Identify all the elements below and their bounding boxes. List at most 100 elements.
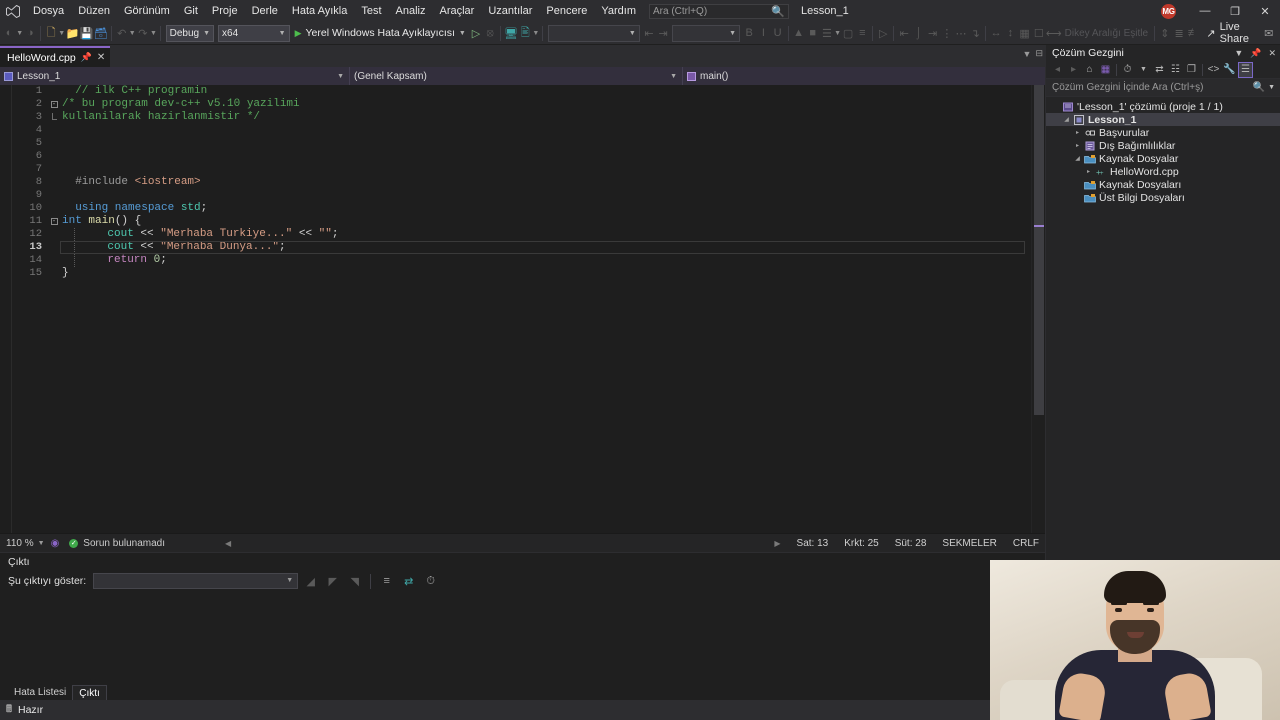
panel-tab-hata-listesi[interactable]: Hata Listesi: [8, 685, 72, 700]
attach-process-icon[interactable]: ⦻: [483, 23, 497, 43]
code-line[interactable]: 2-/* bu program dev-c++ v5.10 yazilimi: [12, 98, 1031, 111]
tree-node[interactable]: ◢ Lesson_1: [1046, 113, 1280, 126]
chevron-right-icon[interactable]: ▸: [1072, 129, 1083, 136]
menu-item-duzen[interactable]: Düzen: [71, 0, 117, 22]
italic-icon[interactable]: I: [756, 23, 770, 43]
bring-to-front-icon[interactable]: ▷: [876, 23, 890, 43]
font-size-dropdown[interactable]: ▼: [672, 24, 741, 42]
align-bottoms-icon[interactable]: ↴: [968, 23, 982, 43]
make-same-height-icon[interactable]: ↕: [1003, 23, 1017, 43]
search-input[interactable]: Ara (Ctrl+Q): [653, 6, 771, 17]
menu-item-git[interactable]: Git: [177, 0, 205, 22]
output-clear-icon[interactable]: ◤: [323, 571, 342, 591]
output-text[interactable]: [0, 591, 1045, 684]
tree-node[interactable]: Üst Bilgi Dosyaları: [1046, 191, 1280, 204]
menu-item-araclar[interactable]: Araçlar: [433, 0, 482, 22]
navigate-forward-icon[interactable]: ◑: [23, 23, 37, 43]
pin-icon[interactable]: 📌: [1250, 48, 1261, 59]
font-family-dropdown[interactable]: ▼: [548, 24, 640, 42]
code-line[interactable]: 7: [12, 163, 1031, 176]
align-centers-icon[interactable]: ⌡: [911, 23, 925, 43]
code-text[interactable]: }: [60, 267, 69, 280]
redo-icon[interactable]: ↷: [136, 23, 150, 43]
scrollbar-thumb[interactable]: [1034, 85, 1044, 415]
start-debug-button[interactable]: ▶ Yerel Windows Hata Ayıklayıcısı ▼: [292, 27, 469, 39]
horizontal-spacing-icon[interactable]: ⟷: [1046, 23, 1062, 43]
align-middles-icon[interactable]: ⋯: [954, 23, 968, 43]
decrease-indent-icon[interactable]: ⇤: [642, 23, 656, 43]
code-lines[interactable]: 1 // ilk C++ programin 2-/* bu program de…: [12, 85, 1031, 280]
menu-item-hata-ayikla[interactable]: Hata Ayıkla: [285, 0, 354, 22]
status-expand-icon[interactable]: ◀: [225, 539, 231, 548]
bold-icon[interactable]: B: [742, 23, 756, 43]
solution-search-input[interactable]: Çözüm Gezgini İçinde Ara (Ctrl+ş): [1052, 82, 1203, 93]
menu-item-test[interactable]: Test: [354, 0, 388, 22]
breakpoint-margin[interactable]: [0, 85, 12, 533]
solution-platform-dropdown[interactable]: x64 ▼: [218, 24, 290, 42]
chevron-right-icon[interactable]: ▸: [1083, 168, 1094, 175]
goto-message-icon[interactable]: ⇄: [399, 571, 418, 591]
code-line[interactable]: 6: [12, 150, 1031, 163]
chevron-down-icon-3[interactable]: ▼: [1268, 84, 1275, 91]
tree-node[interactable]: 'Lesson_1' çözümü (proje 1 / 1): [1046, 100, 1280, 113]
code-line[interactable]: 12 cout << "Merhaba Turkiye..." << "";: [12, 228, 1031, 241]
menu-item-derle[interactable]: Derle: [245, 0, 285, 22]
code-line[interactable]: 5: [12, 137, 1031, 150]
save-icon[interactable]: 💾: [79, 23, 94, 43]
feedback-icon[interactable]: ✉: [1262, 23, 1276, 43]
nav-scope-dropdown[interactable]: (Genel Kapsam) ▼: [350, 67, 683, 85]
output-clearall-icon[interactable]: ◥: [345, 571, 364, 591]
undo-icon[interactable]: ↶: [115, 23, 129, 43]
code-text[interactable]: int main() {: [60, 215, 141, 228]
font-color-icon[interactable]: ▲: [791, 23, 805, 43]
border-icon[interactable]: ▢: [841, 23, 855, 43]
make-same-size-icon[interactable]: ▦: [1017, 23, 1031, 43]
solution-explorer-search[interactable]: Çözüm Gezgini İçinde Ara (Ctrl+ş) 🔍 ▼: [1046, 79, 1280, 97]
eol-indicator[interactable]: CRLF: [1013, 538, 1039, 549]
code-line[interactable]: 15}: [12, 267, 1031, 280]
nav-member-dropdown[interactable]: main(): [683, 67, 1045, 85]
navigate-backward-icon[interactable]: ◐: [2, 23, 16, 43]
code-text[interactable]: cout << "Merhaba Turkiye..." << "";: [74, 228, 338, 241]
new-project-icon[interactable]: 🗋: [44, 23, 58, 43]
code-text[interactable]: #include <iostream>: [60, 176, 200, 189]
fold-toggle-icon[interactable]: -: [48, 101, 60, 108]
chevron-down-icon[interactable]: ◢: [1061, 116, 1072, 123]
fold-toggle-icon[interactable]: [48, 112, 60, 123]
new-item-caret-icon[interactable]: ▼: [58, 30, 65, 37]
split-view-icon[interactable]: ⊟: [1035, 48, 1043, 59]
hot-reload-icon[interactable]: 🖥: [504, 23, 518, 43]
align-left-icon[interactable]: ☰: [820, 23, 834, 43]
chevron-down-icon[interactable]: ▼: [1023, 49, 1032, 59]
menu-item-proje[interactable]: Proje: [205, 0, 245, 22]
tree-node[interactable]: ▸ Başvurular: [1046, 126, 1280, 139]
size-to-grid-icon[interactable]: ☐: [1032, 23, 1046, 43]
collapse-all-icon[interactable]: ☷: [1168, 62, 1183, 78]
preview-selected-icon[interactable]: ☰: [1238, 61, 1253, 78]
pin-icon[interactable]: 📌: [81, 52, 92, 63]
align-tops-icon[interactable]: ⋮: [940, 23, 954, 43]
navigate-backward-caret-icon[interactable]: ▼: [16, 30, 23, 37]
status-collapse-icon[interactable]: ▶: [774, 539, 780, 548]
forward-icon[interactable]: ▸: [1066, 62, 1081, 78]
tree-node[interactable]: ▸ + + HelloWord.cpp: [1046, 165, 1280, 178]
intellicode-icon[interactable]: ◉: [51, 538, 60, 549]
code-text[interactable]: return 0;: [74, 254, 167, 267]
sync-icon[interactable]: ⇄: [1152, 62, 1167, 78]
line-style-icon[interactable]: ≡: [855, 23, 869, 43]
close-icon[interactable]: ✕: [1268, 48, 1276, 59]
close-button[interactable]: ✕: [1250, 0, 1280, 22]
timestamp-icon[interactable]: ⏱: [421, 571, 440, 591]
editor-vertical-scrollbar[interactable]: [1031, 85, 1045, 533]
live-share-button[interactable]: ↗ Live Share: [1200, 21, 1261, 45]
live-preview-caret-icon[interactable]: ▼: [532, 30, 539, 37]
code-line[interactable]: 4: [12, 124, 1031, 137]
undo-caret-icon[interactable]: ▼: [129, 30, 136, 37]
tree-node[interactable]: Kaynak Dosyaları: [1046, 178, 1280, 191]
code-line[interactable]: 10 using namespace std;: [12, 202, 1031, 215]
code-editor[interactable]: 1 // ilk C++ programin 2-/* bu program de…: [0, 85, 1045, 533]
code-text[interactable]: // ilk C++ programin: [60, 85, 207, 98]
code-line[interactable]: 14 return 0;: [12, 254, 1031, 267]
menu-item-gorunum[interactable]: Görünüm: [117, 0, 177, 22]
panel-tab-cikti[interactable]: Çıktı: [72, 685, 107, 700]
